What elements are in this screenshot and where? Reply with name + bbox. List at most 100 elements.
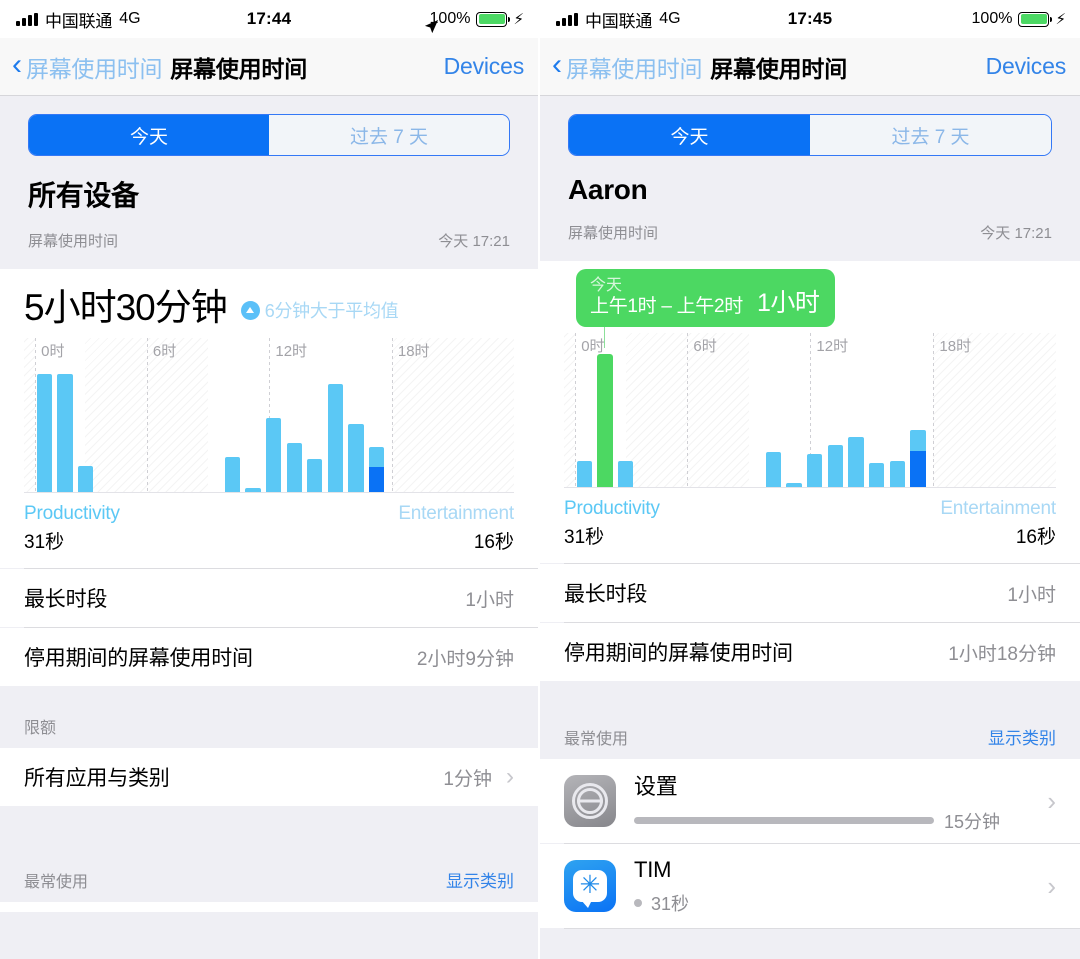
section-title: 最常使用 xyxy=(564,731,629,748)
chart-tick-label: 18时 xyxy=(939,338,972,355)
app-info: 设置 15分钟 xyxy=(634,769,1037,834)
segment-last-7-days[interactable]: 过去 7 天 xyxy=(810,115,1051,155)
chevron-right-icon: › xyxy=(506,763,514,790)
segmented-control-wrapper: 今天 过去 7 天 xyxy=(540,96,1080,156)
tooltip-layer: 今天 上午1时 – 上午2时 1小时 xyxy=(564,261,1056,328)
row-downtime-usage[interactable]: 停用期间的屏幕使用时间 2小时9分钟 xyxy=(0,628,538,686)
page-title: 屏幕使用时间 xyxy=(710,55,848,82)
average-comparison-label: 6分钟大于平均值 xyxy=(264,301,399,321)
row-longest-session[interactable]: 最长时段 1小时 xyxy=(540,564,1080,622)
chart-hatch-region xyxy=(391,338,514,493)
row-downtime-usage[interactable]: 停用期间的屏幕使用时间 1小时18分钟 xyxy=(540,623,1080,681)
legend-value: 16秒 xyxy=(1015,527,1056,548)
chart-bar-selected xyxy=(597,354,613,487)
tooltip-text: 今天 上午1时 – 上午2时 xyxy=(590,277,743,318)
total-usage-value: 5小时30分钟 xyxy=(24,287,228,328)
chart-gridline xyxy=(933,333,934,488)
row-label: 停用期间的屏幕使用时间 xyxy=(564,642,793,665)
back-button-label: 屏幕使用时间 xyxy=(26,55,163,82)
header-block: Aaron 屏幕使用时间 今天 17:21 xyxy=(540,156,1080,261)
app-usage-meter-row: 15分钟 xyxy=(634,808,1037,834)
back-button[interactable]: ‹ 屏幕使用时间 xyxy=(12,48,163,84)
show-categories-button[interactable]: 显示类别 xyxy=(446,867,514,892)
average-comparison: 6分钟大于平均值 xyxy=(240,297,399,326)
row-value: 1小时 xyxy=(465,589,514,611)
back-button[interactable]: ‹ 屏幕使用时间 xyxy=(552,50,703,84)
legend-item-entertainment: Entertainment 16秒 xyxy=(940,498,1056,549)
devices-button[interactable]: Devices xyxy=(444,53,525,80)
total-usage-row: 5小时30分钟 6分钟大于平均值 xyxy=(24,283,514,336)
chart-bar xyxy=(889,461,905,487)
chart-hatch-region xyxy=(24,338,35,493)
chart-plot-area: 0时 6时 12时 18时 xyxy=(564,313,1056,488)
chart-legend: Productivity 31秒 Entertainment 16秒 xyxy=(24,493,514,568)
row-longest-session[interactable]: 最长时段 1小时 xyxy=(0,569,538,627)
page-title: 屏幕使用时间 xyxy=(170,55,308,82)
chart-plot-area: 0时 6时 12时 18时 xyxy=(24,338,514,493)
row-label: 最长时段 xyxy=(24,588,108,611)
status-bar-right: 100% ⚡ xyxy=(424,10,524,34)
chart-tooltip: 今天 上午1时 – 上午2时 1小时 xyxy=(576,269,836,328)
chart-bar xyxy=(848,437,864,487)
chart-tick-label: 0时 xyxy=(41,343,65,360)
segment-today[interactable]: 今天 xyxy=(569,115,810,155)
status-bar: 中国联通 4G 17:44 100% ⚡ xyxy=(0,0,538,38)
status-bar-right: 100% ⚡ xyxy=(972,10,1066,28)
chart-tick-label: 18时 xyxy=(397,343,430,360)
show-categories-button[interactable]: 显示类别 xyxy=(988,724,1056,749)
row-value: 1小时18分钟 xyxy=(948,643,1056,665)
chart-hatch-region xyxy=(564,333,575,488)
segment-last-7-days[interactable]: 过去 7 天 xyxy=(269,115,509,155)
period-segmented-control[interactable]: 今天 过去 7 天 xyxy=(568,114,1052,156)
app-name: 设置 xyxy=(634,773,678,799)
bolt-icon: ⚡ xyxy=(1055,10,1066,28)
chart-bar xyxy=(307,459,323,492)
chart-baseline xyxy=(24,492,514,493)
chevron-left-icon: ‹ xyxy=(12,48,22,81)
bolt-icon: ⚡ xyxy=(513,10,524,28)
segment-today[interactable]: 今天 xyxy=(29,115,269,155)
usage-chart-card: 今天 上午1时 – 上午2时 1小时 0时 6时 12时 18时 Product… xyxy=(540,261,1080,563)
hourly-usage-bar-chart: 0时 6时 12时 18时 xyxy=(24,338,514,493)
chart-tick-label: 12时 xyxy=(816,338,849,355)
chart-baseline xyxy=(564,487,1056,488)
app-usage-meter xyxy=(634,817,934,824)
app-name: TIM xyxy=(634,856,672,882)
chart-bar xyxy=(224,457,241,492)
app-list-item-tim[interactable]: ✳ TIM 31秒 › xyxy=(540,844,1080,928)
device-name: 所有设备 xyxy=(28,180,139,211)
row-value: 1分钟 xyxy=(443,768,492,790)
segmented-control-wrapper: 今天 过去 7 天 xyxy=(0,96,538,156)
chart-tick-label: 0时 xyxy=(581,338,605,355)
legend-item-productivity: Productivity 31秒 xyxy=(564,498,660,549)
legend-value: 31秒 xyxy=(24,532,65,553)
list-top-edge xyxy=(0,902,538,912)
header-block: 所有设备 屏幕使用时间 今天 17:21 xyxy=(0,156,538,269)
chart-bar xyxy=(807,454,823,487)
navigation-bar: ‹ 屏幕使用时间 屏幕使用时间 Devices xyxy=(540,38,1080,96)
chart-bar xyxy=(266,418,282,492)
hourly-usage-bar-chart: 0时 6时 12时 18时 xyxy=(564,313,1056,488)
chart-bar xyxy=(869,463,885,487)
app-usage-meter-row: 31秒 xyxy=(634,890,1037,916)
app-list-item-settings[interactable]: 设置 15分钟 › xyxy=(540,759,1080,843)
settings-gear-icon xyxy=(564,775,616,827)
screen-all-devices: 中国联通 4G 17:44 100% ⚡ ‹ 屏幕使用时间 屏幕使用时间 Dev… xyxy=(0,0,540,959)
chart-bar xyxy=(36,374,52,492)
devices-button[interactable]: Devices xyxy=(986,53,1067,80)
chart-bar xyxy=(57,374,73,492)
section-header-most-used: 最常使用 显示类别 xyxy=(540,681,1080,759)
section-header-most-used: 最常使用 显示类别 xyxy=(0,806,538,902)
screen-aaron: 中国联通 4G 17:45 100% ⚡ ‹ 屏幕使用时间 屏幕使用时间 Dev… xyxy=(540,0,1080,959)
section-header-limits: 限额 xyxy=(0,686,538,748)
section-title: 最常使用 xyxy=(24,874,89,891)
tooltip-day: 今天 xyxy=(590,277,623,294)
chart-gridline xyxy=(687,333,688,488)
list-bottom-edge xyxy=(540,929,1080,949)
user-name: Aaron xyxy=(568,174,648,205)
chart-tick-label: 12时 xyxy=(275,343,308,360)
header-meta-value: 今天 17:21 xyxy=(438,233,510,250)
header-meta: 屏幕使用时间 今天 17:21 xyxy=(28,230,510,269)
period-segmented-control[interactable]: 今天 过去 7 天 xyxy=(28,114,510,156)
row-all-apps-and-categories[interactable]: 所有应用与类别 1分钟 › xyxy=(0,748,538,806)
